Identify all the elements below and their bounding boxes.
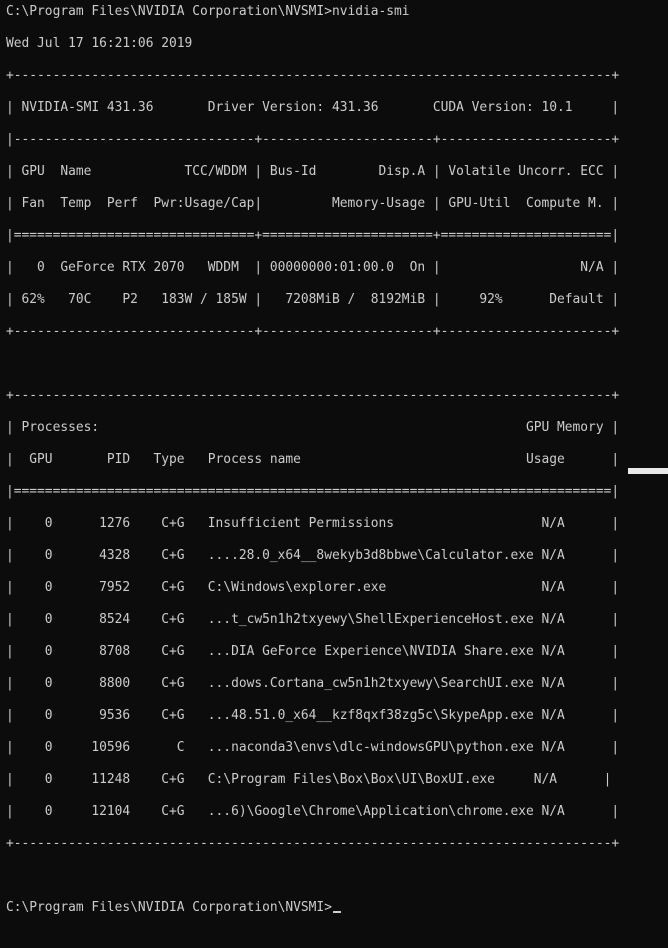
process-row: | 0 12104 C+G ...6)\Google\Chrome\Applic… <box>6 804 620 819</box>
process-row: | 0 1276 C+G Insufficient Permissions N/… <box>6 516 620 531</box>
process-row: | 0 10596 C ...naconda3\envs\dlc-windows… <box>6 740 620 755</box>
process-row: | 0 8524 C+G ...t_cw5n1h2txyewy\ShellExp… <box>6 612 620 627</box>
process-row: | 0 8800 C+G ...dows.Cortana_cw5n1h2txye… <box>6 676 620 691</box>
gpu-row-2: | 62% 70C P2 183W / 185W | 7208MiB / 819… <box>6 292 620 307</box>
process-row: | 0 9536 C+G ...48.51.0_x64__kzf8qxf38zg… <box>6 708 620 723</box>
processes-header: | Processes: GPU Memory | <box>6 420 620 435</box>
gpu-header-row-2: | Fan Temp Perf Pwr:Usage/Cap| Memory-Us… <box>6 196 620 211</box>
process-row: | 0 4328 C+G ....28.0_x64__8wekyb3d8bbwe… <box>6 548 620 563</box>
process-row: | 0 8708 C+G ...DIA GeForce Experience\N… <box>6 644 620 659</box>
table-border: +---------------------------------------… <box>6 388 620 403</box>
window-edge <box>628 468 668 474</box>
scrollbar-thumb[interactable] <box>656 40 666 430</box>
table-border: +---------------------------------------… <box>6 68 620 83</box>
version-row: | NVIDIA-SMI 431.36 Driver Version: 431.… <box>6 100 620 115</box>
table-divider: |===============================+=======… <box>6 228 620 243</box>
table-border: +---------------------------------------… <box>6 836 620 851</box>
table-divider: |-------------------------------+-------… <box>6 132 620 147</box>
terminal-output: C:\Program Files\NVIDIA Corporation\NVSM… <box>6 4 652 948</box>
text-cursor <box>332 911 341 913</box>
scrollbar[interactable] <box>652 0 668 474</box>
prompt-line[interactable]: C:\Program Files\NVIDIA Corporation\NVSM… <box>6 900 652 916</box>
process-row: | 0 11248 C+G C:\Program Files\Box\Box\U… <box>6 772 612 787</box>
table-divider: |=======================================… <box>6 484 620 499</box>
gpu-header-row-1: | GPU Name TCC/WDDM | Bus-Id Disp.A | Vo… <box>6 164 620 179</box>
process-row: | 0 7952 C+G C:\Windows\explorer.exe N/A… <box>6 580 620 595</box>
terminal-window[interactable]: C:\Program Files\NVIDIA Corporation\NVSM… <box>6 4 652 948</box>
command-line: C:\Program Files\NVIDIA Corporation\NVSM… <box>6 4 410 19</box>
gpu-row-1: | 0 GeForce RTX 2070 WDDM | 00000000:01:… <box>6 260 620 275</box>
timestamp-line: Wed Jul 17 16:21:06 2019 <box>6 36 193 51</box>
table-border: +-------------------------------+-------… <box>6 324 620 339</box>
processes-columns: | GPU PID Type Process name Usage | <box>6 452 620 467</box>
prompt-text: C:\Program Files\NVIDIA Corporation\NVSM… <box>6 900 332 915</box>
